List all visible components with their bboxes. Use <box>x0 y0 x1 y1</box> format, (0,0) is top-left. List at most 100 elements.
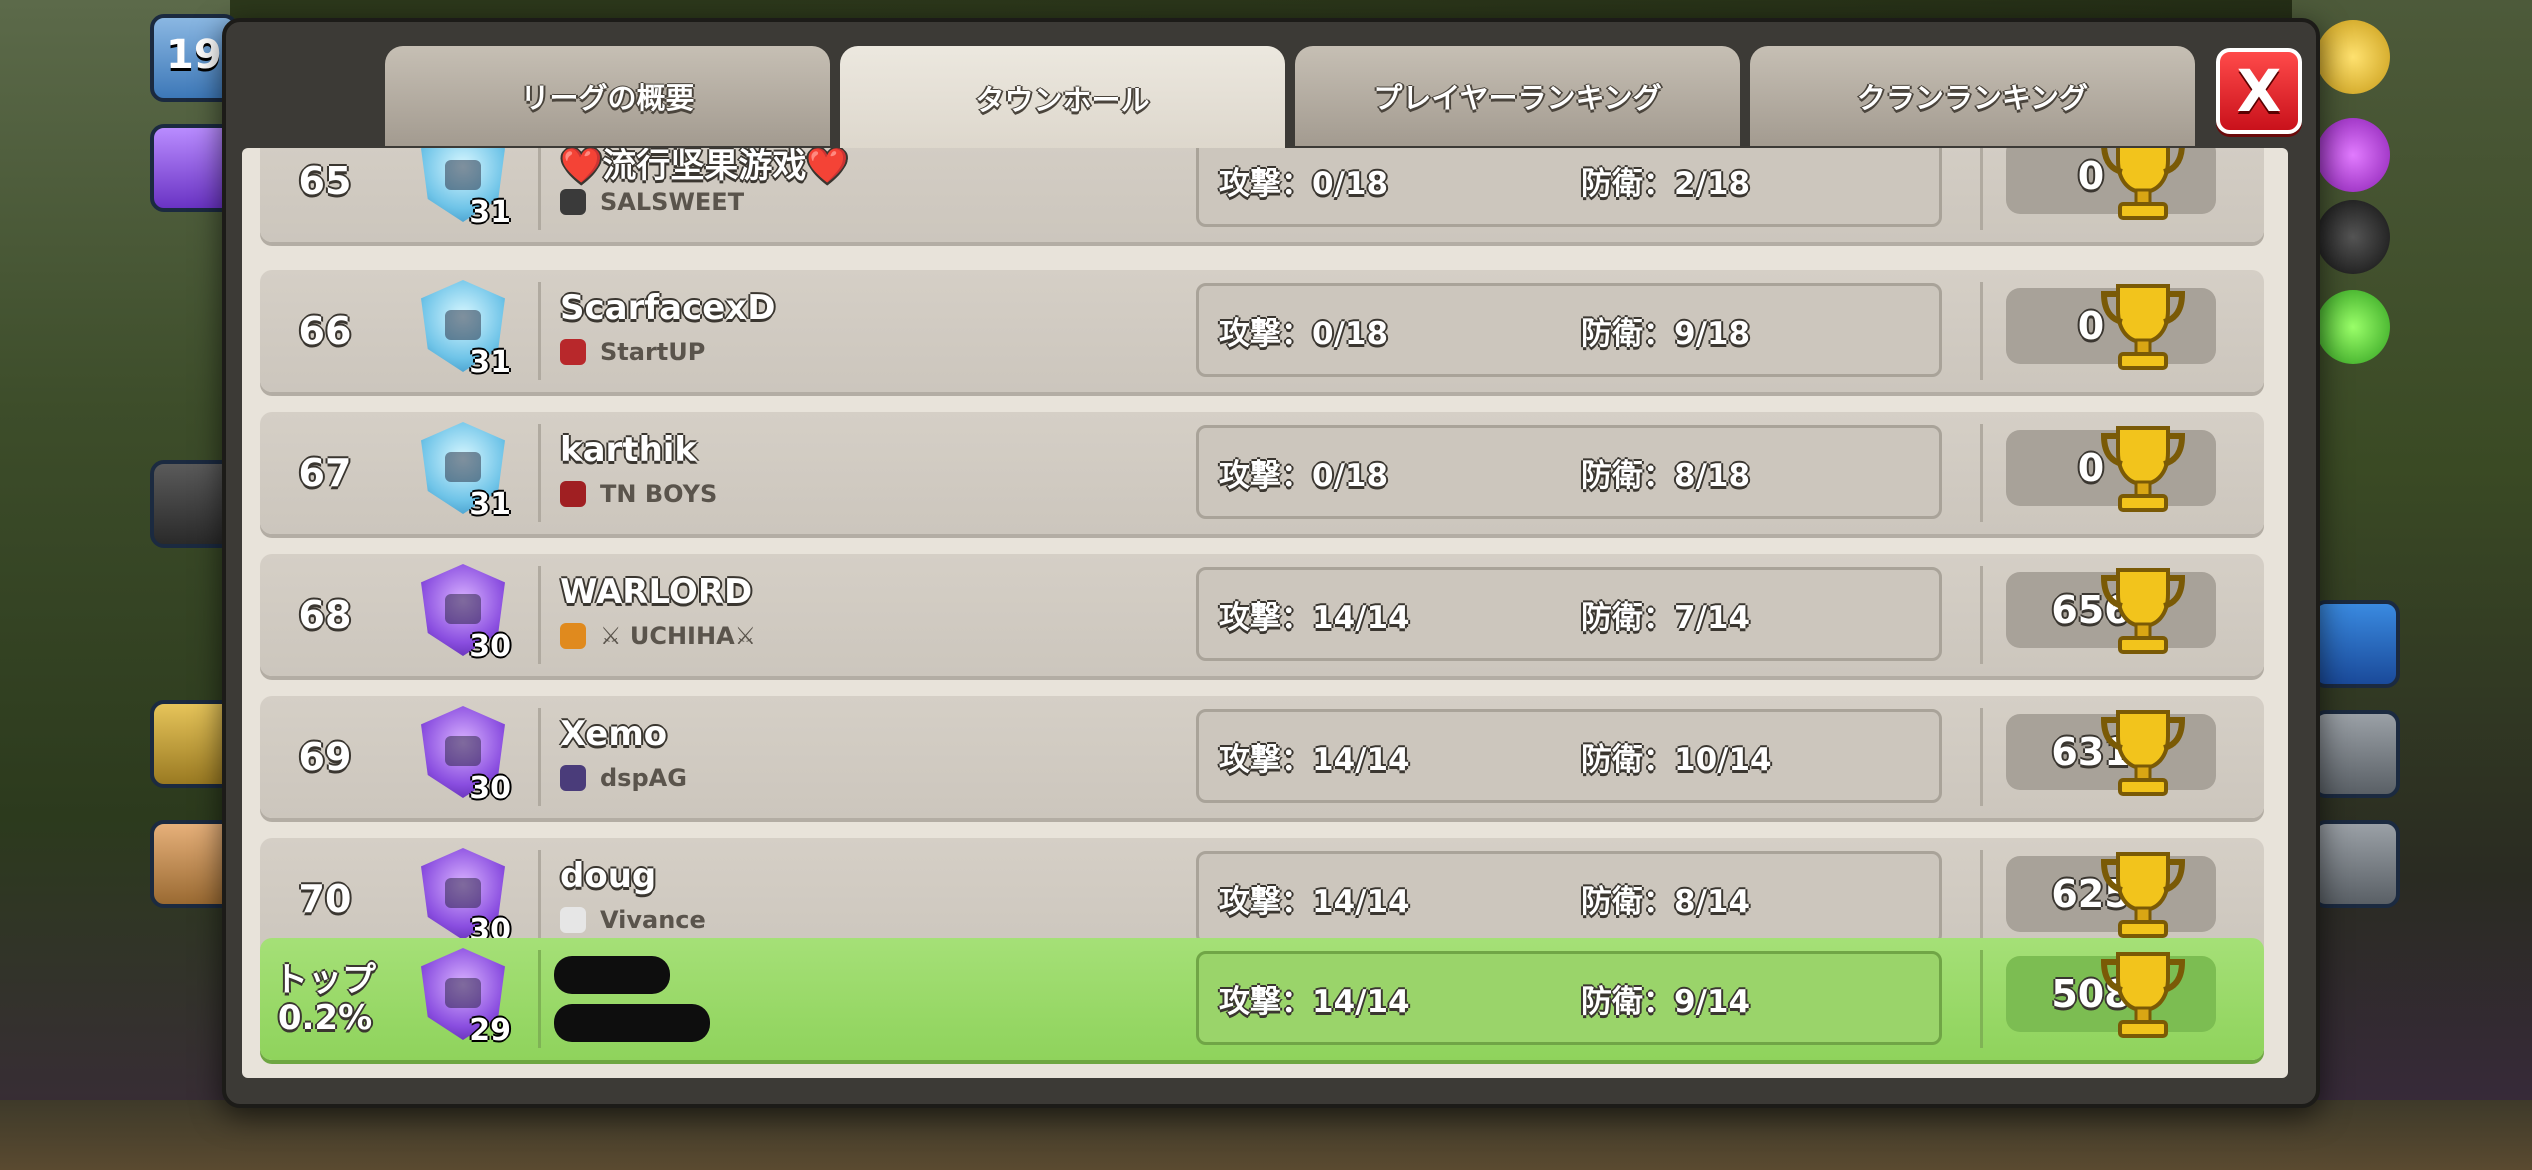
clan-name: dspAG <box>600 764 687 792</box>
gem-icon <box>2316 290 2390 364</box>
attack-defense-panel: 攻撃：0/18 防衛：9/18 <box>1196 283 1942 377</box>
redacted-clan-name <box>554 1004 710 1042</box>
town-hall-icon: 31 <box>415 148 511 230</box>
clan-info[interactable]: ⚔ UCHIHA⚔ <box>560 622 756 650</box>
tab-bar: リーグの概要 タウンホール プレイヤーランキング クランランキング <box>385 46 2205 150</box>
attack-count: 攻撃：14/14 <box>1219 741 1410 778</box>
rank-number: 65 <box>298 159 352 203</box>
town-hall-icon: 30 <box>415 706 511 806</box>
clan-info[interactable]: SALSWEET <box>560 188 744 216</box>
redacted-player-name <box>554 956 670 994</box>
dark-elixir-icon <box>2316 200 2390 274</box>
town-hall-face-icon <box>445 736 481 766</box>
gold-icon <box>2316 20 2390 94</box>
layout-button[interactable] <box>2312 710 2400 798</box>
town-hall-icon: 31 <box>415 280 511 380</box>
player-name[interactable]: karthik <box>560 430 697 470</box>
attack-count: 攻撃：14/14 <box>1219 983 1410 1020</box>
defense-count: 防衛：7/14 <box>1581 599 1751 636</box>
clan-info[interactable]: StartUP <box>560 338 705 366</box>
attack-defense-panel: 攻撃：14/14 防衛：8/14 <box>1196 851 1942 945</box>
trophy-icon <box>2100 710 2186 796</box>
clan-name: ⚔ UCHIHA⚔ <box>600 622 757 650</box>
my-ranking-row[interactable]: トップ 0.2% 29 攻撃：14/14 防衛：9/14 508 <box>260 938 2264 1060</box>
town-hall-icon: 30 <box>415 848 511 948</box>
attack-count: 攻撃：0/18 <box>1219 315 1389 352</box>
tab-player-ranking[interactable]: プレイヤーランキング <box>1295 46 1740 146</box>
clan-name: Vivance <box>600 906 706 934</box>
town-hall-level: 30 <box>469 629 511 664</box>
trophy-icon <box>2100 852 2186 938</box>
clan-info[interactable]: TN BOYS <box>560 480 717 508</box>
divider <box>1980 708 1983 806</box>
town-hall-icon: 30 <box>415 564 511 664</box>
tab-clan-ranking[interactable]: クランランキング <box>1750 46 2195 146</box>
clan-name: TN BOYS <box>600 480 718 508</box>
town-hall-face-icon <box>445 452 481 482</box>
defense-count: 防衛：8/14 <box>1581 883 1751 920</box>
ranking-row[interactable]: 66 31 ScarfacexD StartUP 攻撃：0/18 防衛：9/18… <box>260 270 2264 392</box>
ranking-row[interactable]: 65 31 ❤️流行坚果游戏❤️ SALSWEET 攻撃：0/18 防衛：2/1… <box>260 148 2264 242</box>
defense-count: 防衛：9/18 <box>1581 315 1751 352</box>
clan-badge-icon <box>560 907 586 933</box>
attack-defense-panel: 攻撃：14/14 防衛：9/14 <box>1196 951 1942 1045</box>
town-hall-level: 31 <box>469 487 511 522</box>
town-hall-face-icon <box>445 160 481 190</box>
divider <box>538 282 541 380</box>
town-hall-icon: 31 <box>415 422 511 522</box>
trophy-icon <box>2101 148 2185 220</box>
town-hall-level: 30 <box>469 771 511 806</box>
attack-defense-panel: 攻撃：0/18 防衛：2/18 <box>1196 148 1942 227</box>
my-rank-label: トップ <box>274 960 376 1000</box>
clan-badge-icon <box>560 339 586 365</box>
close-button[interactable]: X <box>2216 48 2302 134</box>
divider <box>1980 148 1983 230</box>
shop-button[interactable] <box>2312 600 2400 688</box>
divider <box>538 850 541 948</box>
rank-number: 67 <box>298 451 352 495</box>
clan-badge-icon <box>560 623 586 649</box>
divider <box>1980 424 1983 522</box>
trophy-icon <box>2100 568 2186 654</box>
clan-badge-icon <box>560 481 586 507</box>
town-hall-face-icon <box>445 310 481 340</box>
tab-town-hall[interactable]: タウンホール <box>840 46 1285 150</box>
attack-defense-panel: 攻撃：0/18 防衛：8/18 <box>1196 425 1942 519</box>
experience-level-text: 19 <box>166 32 222 78</box>
clan-info[interactable]: dspAG <box>560 764 687 792</box>
clan-name: StartUP <box>600 338 706 366</box>
town-hall-level: 31 <box>469 195 511 230</box>
divider <box>1980 282 1983 380</box>
ranking-list[interactable]: 65 31 ❤️流行坚果游戏❤️ SALSWEET 攻撃：0/18 防衛：2/1… <box>242 148 2288 1078</box>
town-hall-face-icon <box>445 978 481 1008</box>
ranking-row[interactable]: 69 30 Xemo dspAG 攻撃：14/14 防衛：10/14 631 <box>260 696 2264 818</box>
ranking-row[interactable]: 68 30 WARLORD ⚔ UCHIHA⚔ 攻撃：14/14 防衛：7/14… <box>260 554 2264 676</box>
divider <box>1980 950 1983 1048</box>
ranking-row[interactable]: 67 31 karthik TN BOYS 攻撃：0/18 防衛：8/18 0 <box>260 412 2264 534</box>
clan-badge-icon <box>560 765 586 791</box>
my-rank-percent: 0.2% <box>277 998 373 1038</box>
rank-number: 69 <box>298 735 352 779</box>
attack-count: 攻撃：0/18 <box>1219 165 1389 202</box>
tab-league-overview[interactable]: リーグの概要 <box>385 46 830 146</box>
divider <box>538 708 541 806</box>
clan-badge-icon <box>560 189 586 215</box>
divider <box>538 950 541 1048</box>
clan-info[interactable]: Vivance <box>560 906 706 934</box>
divider <box>538 566 541 664</box>
settings-button[interactable] <box>2312 820 2400 908</box>
attack-count: 攻撃：14/14 <box>1219 599 1410 636</box>
player-name[interactable]: ❤️流行坚果游戏❤️ <box>560 148 849 187</box>
divider <box>1980 566 1983 664</box>
player-name[interactable]: ScarfacexD <box>560 288 775 328</box>
defense-count: 防衛：8/18 <box>1581 457 1751 494</box>
rank-number: 68 <box>298 593 352 637</box>
clan-name: SALSWEET <box>600 188 745 216</box>
player-name[interactable]: WARLORD <box>560 572 752 612</box>
player-name[interactable]: doug <box>560 856 656 896</box>
player-name[interactable]: Xemo <box>560 714 667 754</box>
town-hall-face-icon <box>445 594 481 624</box>
trophy-icon <box>2100 284 2186 370</box>
divider <box>538 148 541 230</box>
town-hall-level: 31 <box>469 345 511 380</box>
